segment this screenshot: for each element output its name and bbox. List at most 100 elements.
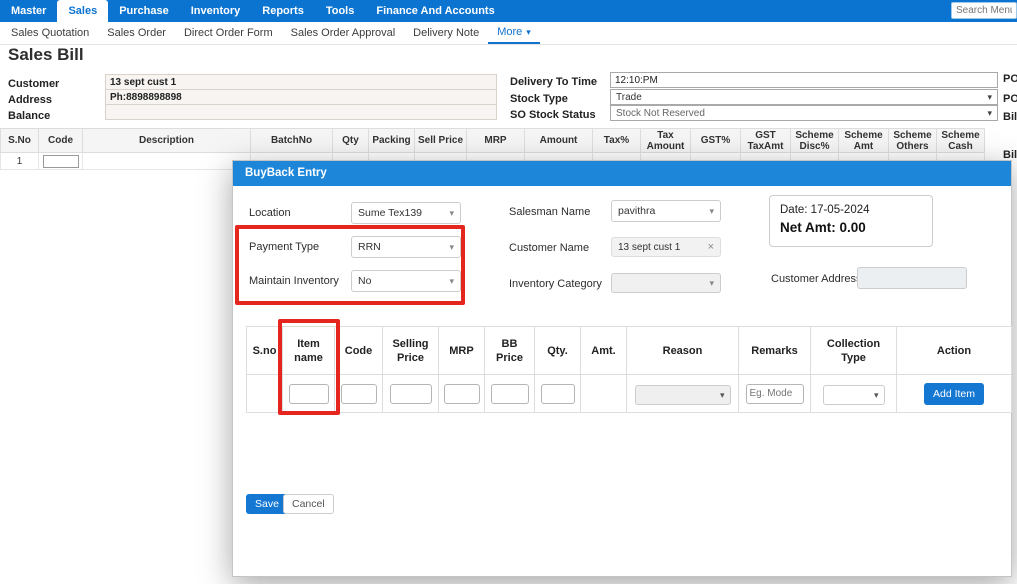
add-item-button[interactable]: Add Item [924,383,984,405]
col-scheme-cash: Scheme Cash [937,129,985,153]
maintain-inventory-select[interactable]: No ▾ [351,270,461,292]
sub-navbar: Sales Quotation Sales Order Direct Order… [0,22,1017,45]
nav-tab-purchase[interactable]: Purchase [108,0,180,22]
col-packing: Packing [369,129,415,153]
col-code: Code [335,327,383,375]
col-amt: Amt. [581,327,627,375]
subnav-sales-order[interactable]: Sales Order [98,22,175,44]
nav-tab-master[interactable]: Master [0,0,57,22]
col-item-name: Item name [283,327,335,375]
address-input[interactable] [105,89,497,105]
item-name-input[interactable] [289,384,329,404]
cell-amt [581,375,627,413]
nav-tab-finance-accounts[interactable]: Finance And Accounts [365,0,505,22]
col-sno: S.no [247,327,283,375]
qty-input[interactable] [541,384,575,404]
nav-tab-tools[interactable]: Tools [315,0,366,22]
customer-input[interactable] [105,74,497,90]
remarks-input[interactable] [746,384,804,404]
page-title: Sales Bill [8,45,84,65]
nav-tab-inventory[interactable]: Inventory [180,0,252,22]
buyback-table-header-row: S.no Item name Code Selling Price MRP BB… [247,327,1012,375]
chevron-down-icon: ▾ [709,206,714,217]
cell-collection-type: ▾ [811,375,897,413]
cell-reason: ▾ [627,375,739,413]
nav-tab-reports[interactable]: Reports [251,0,315,22]
col-action: Action [897,327,1012,375]
stock-type-label: Stock Type [510,93,568,105]
salesman-name-label: Salesman Name [509,206,590,218]
code-input[interactable] [43,155,79,168]
bill-table-header-row: S.No Code Description BatchNo Qty Packin… [1,129,985,153]
chevron-down-icon: ▾ [449,242,454,253]
save-button[interactable]: Save [246,494,288,514]
reason-select[interactable]: ▾ [635,385,731,405]
cell-code [335,375,383,413]
subnav-sales-order-approval[interactable]: Sales Order Approval [282,22,405,44]
delivery-to-time-label: Delivery To Time [510,76,597,88]
cell-description [83,153,251,170]
location-select[interactable]: Sume Tex139 ▾ [351,202,461,224]
so-stock-status-select[interactable]: Stock Not Reserved ▾ [610,105,998,121]
balance-input[interactable] [105,104,497,120]
col-tax-pct: Tax% [593,129,641,153]
balance-label: Balance [8,110,50,122]
location-label: Location [249,207,291,219]
col-mrp: MRP [439,327,485,375]
chevron-down-icon: ▾ [709,278,714,289]
mrp-input[interactable] [444,384,480,404]
cell-qty [535,375,581,413]
subnav-sales-quotation[interactable]: Sales Quotation [2,22,98,44]
modal-title: BuyBack Entry [233,161,1011,186]
search-menu-input[interactable] [951,2,1017,19]
chevron-down-icon: ▾ [987,108,992,119]
col-bb-price: BB Price [485,327,535,375]
customer-name-value: 13 sept cust 1 [618,242,680,253]
customer-address-input[interactable] [857,267,967,289]
chevron-down-icon: ▾ [449,208,454,219]
col-qty: Qty [333,129,369,153]
col-batchno: BatchNo [251,129,333,153]
item-code-input[interactable] [341,384,377,404]
subnav-more[interactable]: More ▾ [488,22,540,44]
buyback-entry-modal: BuyBack Entry Location Sume Tex139 ▾ Sal… [232,160,1012,577]
so-stock-status-value: Stock Not Reserved [616,108,705,119]
salesman-name-select[interactable]: pavithra ▾ [611,200,721,222]
stock-type-value: Trade [616,92,642,103]
cell-code [39,153,83,170]
edge-label-bill-1: Bill [1003,111,1017,123]
location-value: Sume Tex139 [358,207,422,219]
stock-type-select[interactable]: Trade ▾ [610,89,998,105]
nav-tab-sales[interactable]: Sales [57,0,108,22]
subnav-direct-order-form[interactable]: Direct Order Form [175,22,282,44]
bb-price-input[interactable] [491,384,529,404]
cell-mrp [439,375,485,413]
cell-action: Add Item [897,375,1012,413]
payment-type-value: RRN [358,241,381,253]
subnav-delivery-note[interactable]: Delivery Note [404,22,488,44]
cell-sno [247,375,283,413]
chevron-down-icon: ▾ [720,390,725,401]
col-remarks: Remarks [739,327,811,375]
close-icon[interactable]: × [708,241,714,253]
cell-sno: 1 [1,153,39,170]
col-scheme-amt: Scheme Amt [839,129,889,153]
cell-item-name [283,375,335,413]
col-mrp: MRP [467,129,525,153]
selling-price-input[interactable] [390,384,432,404]
col-description: Description [83,129,251,153]
customer-address-label: Customer Address [771,273,861,285]
top-navbar: Master Sales Purchase Inventory Reports … [0,0,1017,22]
col-reason: Reason [627,327,739,375]
chevron-down-icon: ▾ [526,27,531,38]
buyback-items-table: S.no Item name Code Selling Price MRP BB… [246,326,1012,413]
col-code: Code [39,129,83,153]
address-label: Address [8,94,52,106]
col-qty: Qty. [535,327,581,375]
cancel-button[interactable]: Cancel [283,494,334,514]
inventory-category-select[interactable]: ▾ [611,273,721,293]
collection-type-select[interactable]: ▾ [823,385,885,405]
delivery-to-time-input[interactable] [610,72,998,88]
payment-type-select[interactable]: RRN ▾ [351,236,461,258]
customer-name-tag[interactable]: 13 sept cust 1 × [611,237,721,257]
